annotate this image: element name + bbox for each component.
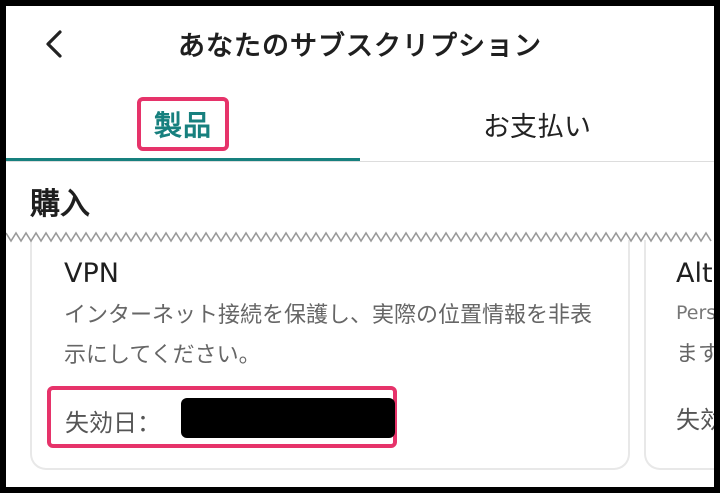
- subscription-card-next[interactable]: Alt Pers ます 失効: [644, 240, 714, 470]
- tab-payments-label: お支払い: [483, 111, 591, 143]
- card-description-line: ます: [676, 342, 714, 367]
- card-description-line: Pers: [676, 302, 714, 324]
- tab-products[interactable]: 製品: [6, 86, 360, 162]
- subscription-card-vpn[interactable]: VPN インターネット接続を保護し、実際の位置情報を非表示にしてください。 失効…: [30, 240, 630, 470]
- expiry-row: 失効日：: [47, 386, 397, 448]
- tabs-divider: [6, 161, 714, 162]
- card-title: VPN: [64, 258, 119, 289]
- header: あなたのサブスクリプション: [6, 6, 714, 80]
- tab-bar: 製品 お支払い: [6, 86, 714, 166]
- expiry-label: 失効日：: [65, 409, 161, 437]
- tab-payments[interactable]: お支払い: [360, 86, 714, 162]
- card-title: Alt: [676, 258, 713, 289]
- card-description: インターネット接続を保護し、実際の位置情報を非表示にしてください。: [64, 303, 593, 368]
- page-title: あなたのサブスクリプション: [178, 31, 542, 62]
- app-screen: あなたのサブスクリプション 製品 お支払い 購入 VPN インターネット接続を保…: [6, 6, 714, 487]
- tab-products-label: 製品: [136, 97, 229, 151]
- expiry-date-redacted: [181, 398, 395, 438]
- expiry-label: 失効: [676, 406, 714, 434]
- section-heading: 購入: [30, 187, 90, 222]
- cut-divider: [6, 229, 714, 243]
